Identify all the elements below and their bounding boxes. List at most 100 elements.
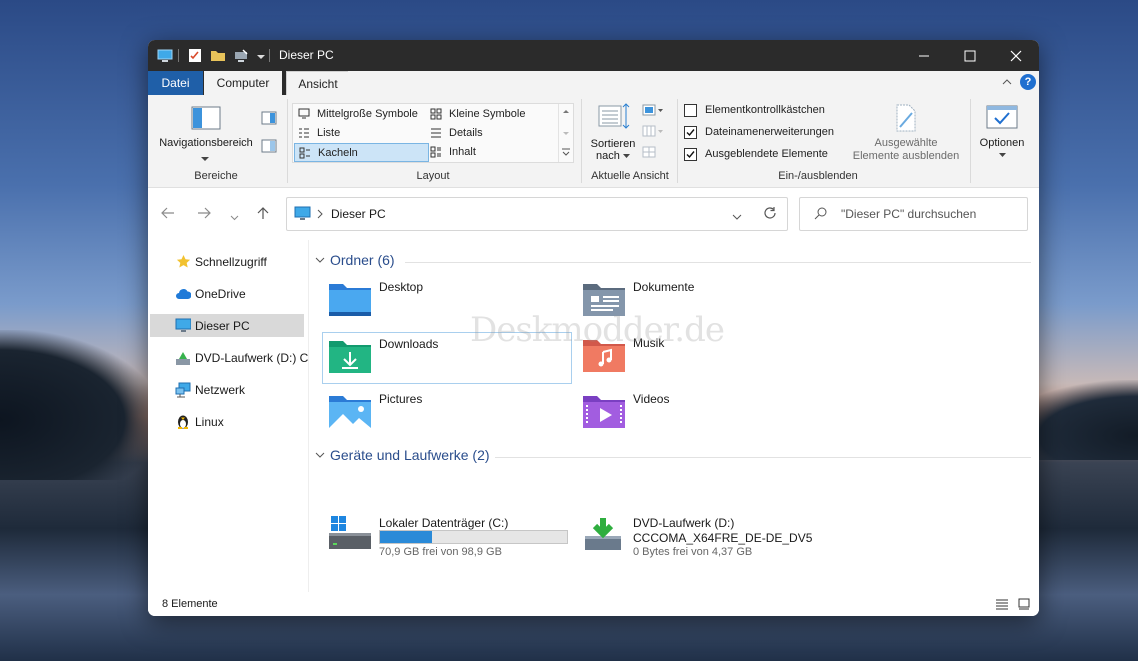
- folders-section-header[interactable]: Ordner (6): [315, 252, 395, 268]
- map-drive-icon[interactable]: [232, 47, 249, 64]
- close-button[interactable]: [993, 40, 1039, 71]
- maximize-button[interactable]: [947, 40, 993, 71]
- size-columns-icon[interactable]: [642, 145, 658, 162]
- recent-locations-chevron-icon[interactable]: [230, 210, 239, 224]
- drive-tile-d[interactable]: DVD-Laufwerk (D:) CCCOMA_X64FRE_DE-DE_DV…: [577, 512, 837, 578]
- small-icons-icon: [429, 107, 443, 121]
- folder-tile-videos[interactable]: Videos: [577, 388, 825, 438]
- drive-free-space: 70,9 GB frei von 98,9 GB: [379, 546, 502, 558]
- checkmark-icon: [686, 150, 695, 158]
- checkbox-hidden-items[interactable]: Ausgeblendete Elemente: [684, 145, 828, 163]
- forward-arrow-icon[interactable]: [197, 207, 211, 222]
- checkbox-checked[interactable]: [684, 125, 697, 139]
- customize-quick-access-icon[interactable]: [252, 47, 269, 64]
- show-hide-group-label: Ein-/ausblenden: [778, 170, 858, 182]
- address-bar[interactable]: Dieser PC: [286, 197, 788, 231]
- minimize-icon: [919, 55, 929, 56]
- navigation-bar: Dieser PC "Dieser PC" durchsuchen: [148, 188, 1039, 240]
- sidebar-item-this-pc[interactable]: Dieser PC: [150, 314, 304, 337]
- explorer-window: Dieser PC Datei Computer Ansicht ? Navig…: [148, 40, 1039, 616]
- help-icon[interactable]: ?: [1020, 74, 1036, 90]
- monitor-icon: [175, 318, 191, 334]
- checkbox-unchecked[interactable]: [684, 103, 697, 117]
- sidebar-item-linux[interactable]: Linux: [150, 410, 304, 433]
- sidebar-item-onedrive[interactable]: OneDrive: [150, 282, 304, 305]
- sidebar-item-dvd-drive[interactable]: DVD-Laufwerk (D:) C: [150, 346, 308, 369]
- sort-by-button[interactable]: Sortieren nach: [588, 138, 638, 162]
- list-icon: [297, 126, 311, 140]
- status-bar: 8 Elemente: [148, 592, 1039, 616]
- address-dropdown-icon[interactable]: [732, 210, 742, 224]
- layout-details[interactable]: Details: [429, 124, 483, 142]
- breadcrumb[interactable]: Dieser PC: [331, 207, 386, 221]
- this-pc-icon: [294, 206, 311, 224]
- tiles-icon: [298, 146, 312, 160]
- tab-view[interactable]: Ansicht: [286, 71, 350, 96]
- navigation-pane-icon[interactable]: [191, 106, 221, 133]
- gallery-scroll[interactable]: [558, 104, 574, 162]
- drives-section-header[interactable]: Geräte und Laufwerke (2): [315, 447, 490, 463]
- add-columns-icon[interactable]: [642, 124, 664, 141]
- minimize-button[interactable]: [901, 40, 947, 71]
- hide-selected-icon[interactable]: [894, 103, 918, 136]
- group-by-icon[interactable]: [642, 103, 664, 120]
- penguin-icon: [175, 414, 191, 430]
- search-input[interactable]: "Dieser PC" durchsuchen: [841, 207, 976, 221]
- chevron-down-icon: [315, 257, 325, 263]
- cloud-icon: [175, 286, 191, 302]
- up-arrow-icon[interactable]: [256, 206, 270, 223]
- title-bar: Dieser PC: [148, 40, 1039, 71]
- layout-medium-icons[interactable]: Mittelgroße Symbole: [297, 105, 418, 123]
- large-icons-view-icon[interactable]: [1018, 598, 1030, 613]
- properties-icon[interactable]: [186, 47, 203, 64]
- ribbon: Navigationsbereich Bereiche Mittelgroße …: [148, 95, 1039, 188]
- downloads-folder-icon: [327, 335, 373, 377]
- layout-list[interactable]: Liste: [297, 124, 340, 142]
- videos-folder-icon: [581, 390, 627, 432]
- layout-group-label: Layout: [416, 170, 450, 182]
- sidebar-item-quick-access[interactable]: Schnellzugriff: [150, 250, 304, 273]
- content-icon: [429, 145, 443, 159]
- layout-content[interactable]: Inhalt: [429, 143, 476, 161]
- layout-small-icons[interactable]: Kleine Symbole: [429, 105, 525, 123]
- hide-selected-button[interactable]: Ausgewählte Elemente ausblenden: [846, 137, 966, 163]
- navigation-pane-button[interactable]: Navigationsbereich: [156, 137, 256, 149]
- sidebar-item-network[interactable]: Netzwerk: [150, 378, 304, 401]
- sort-by-icon[interactable]: [597, 102, 631, 133]
- desktop-folder-icon: [327, 278, 373, 320]
- ribbon-tabs: Datei Computer Ansicht ?: [148, 71, 1039, 96]
- checkbox-item-checkboxes[interactable]: Elementkontrollkästchen: [684, 101, 825, 119]
- search-icon: [814, 207, 827, 223]
- item-count: 8 Elemente: [162, 598, 218, 610]
- close-icon: [1010, 50, 1022, 61]
- network-icon: [175, 382, 191, 398]
- collapse-ribbon-icon[interactable]: [1001, 76, 1013, 91]
- drive-tile-c[interactable]: Lokaler Datenträger (C:) 70,9 GB frei vo…: [323, 512, 575, 578]
- checkbox-file-extensions[interactable]: Dateinamenerweiterungen: [684, 123, 834, 141]
- panes-group-label: Bereiche: [194, 170, 238, 182]
- refresh-icon[interactable]: [763, 206, 777, 223]
- new-folder-icon[interactable]: [209, 47, 226, 64]
- medium-icons-icon: [297, 107, 311, 121]
- layout-gallery: Mittelgroße Symbole Kleine Symbole Liste…: [292, 103, 574, 163]
- chevron-down-icon: [315, 452, 325, 458]
- layout-tiles[interactable]: Kacheln: [294, 143, 429, 162]
- tab-computer[interactable]: Computer: [204, 71, 282, 95]
- navigation-pane: Schnellzugriff OneDrive Dieser PC DVD-La…: [148, 250, 308, 590]
- dvd-drive-icon: [581, 514, 627, 556]
- details-view-icon[interactable]: [996, 598, 1008, 613]
- wallpaper-hill-left: [0, 330, 160, 480]
- tab-file[interactable]: Datei: [148, 71, 203, 95]
- options-icon[interactable]: [985, 103, 1019, 134]
- pictures-folder-icon: [327, 390, 373, 432]
- preview-pane-icon[interactable]: [261, 111, 277, 128]
- content-area: Ordner (6) Desktop Dokumente Downloads M…: [308, 240, 1039, 592]
- chevron-down-icon: [998, 153, 1006, 157]
- options-button[interactable]: Optionen: [974, 137, 1030, 161]
- breadcrumb-chevron-icon[interactable]: [317, 208, 323, 222]
- details-pane-icon[interactable]: [261, 139, 277, 156]
- checkbox-checked[interactable]: [684, 147, 697, 161]
- back-arrow-icon[interactable]: [161, 207, 175, 222]
- folder-tile-pictures[interactable]: Pictures: [323, 388, 571, 438]
- search-box[interactable]: "Dieser PC" durchsuchen: [799, 197, 1028, 231]
